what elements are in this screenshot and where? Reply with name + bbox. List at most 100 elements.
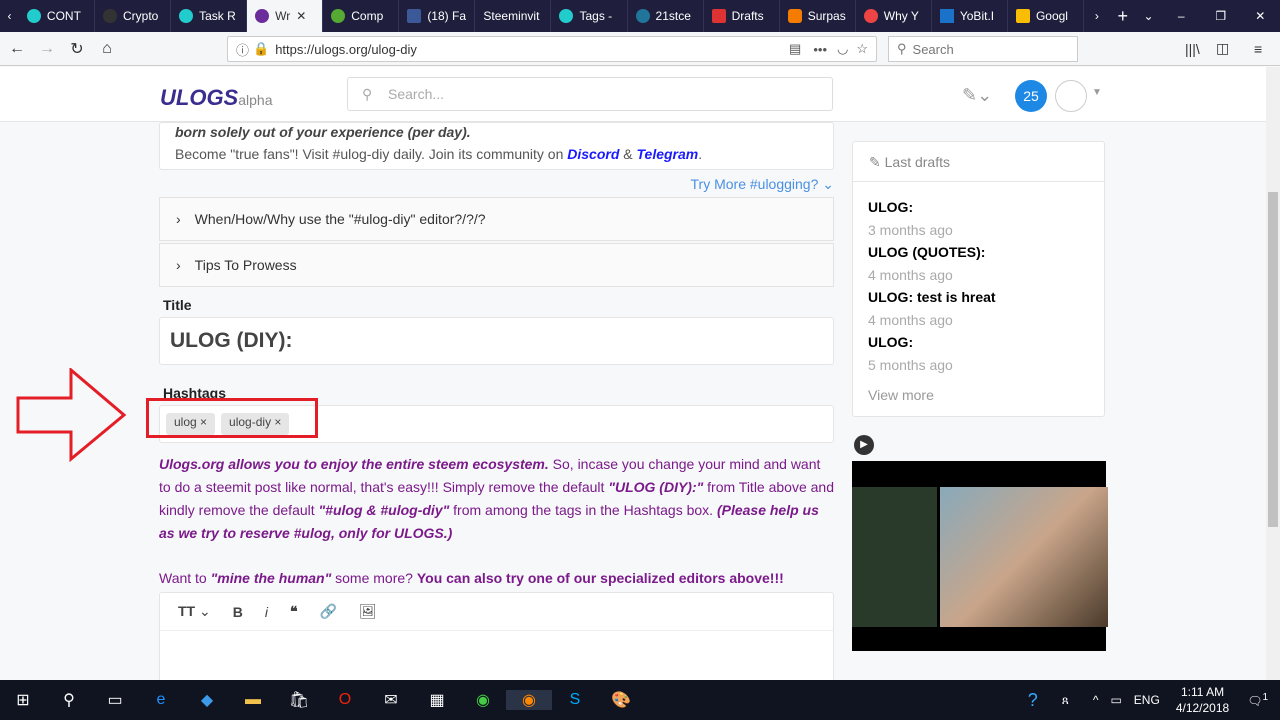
browser-tab[interactable]: YoBit.I [932,0,1008,32]
people-icon[interactable]: ጸ [1062,693,1069,708]
draft-item[interactable]: ULOG: test is hreat 4 months ago [868,286,1089,331]
telegram-link[interactable]: Telegram [637,146,699,162]
browser-tab[interactable]: (18) Fa [399,0,476,32]
view-more-link[interactable]: View more [868,384,1089,407]
start-icon[interactable]: ⊞ [0,690,46,710]
search-icon[interactable]: ⚲ [46,690,92,710]
ulogs-logo[interactable]: ULOGSalpha [160,85,273,111]
draft-title[interactable]: ULOG: [868,199,913,215]
browser-tab[interactable]: Task R [171,0,248,32]
url-text[interactable]: https://ulogs.org/ulog-diy [275,42,417,57]
task-view-icon[interactable]: ▭ [92,690,138,710]
link-icon[interactable]: 🔗 [320,603,337,620]
opera-icon[interactable]: O [322,691,368,709]
store-icon[interactable]: 🛍 [276,690,322,710]
play-icon[interactable]: ▶ [854,435,874,455]
edge-icon[interactable]: e [138,691,184,709]
chrome-icon[interactable]: ◉ [460,690,506,710]
avatar[interactable] [1055,80,1087,112]
dropbox-icon[interactable]: ◆ [184,690,230,710]
video-player[interactable] [852,461,1108,651]
quote-icon[interactable]: ❝ [290,603,298,620]
bold-icon[interactable]: B [233,604,243,620]
tab-label: Comp [351,9,384,23]
collapsible-tips[interactable]: › Tips To Prowess [159,243,834,287]
discord-link[interactable]: Discord [567,146,619,162]
browser-tab[interactable]: Steeminvit [475,0,552,32]
pocket-icon[interactable]: ◡ [837,41,848,57]
browser-tab[interactable]: Googl [1008,0,1085,32]
tab-label: (18) Fa [427,9,466,23]
draft-item[interactable]: ULOG (QUOTES): 4 months ago [868,241,1089,286]
tab-scroll-left[interactable]: ‹ [0,9,19,23]
action-center-icon[interactable]: 🗨1 [1247,692,1268,708]
sidebar-right: ✎ Last drafts ULOG: 3 months ago ULOG (QU… [852,141,1108,651]
search-icon: ⚲ [897,41,907,56]
language-indicator[interactable]: ENG [1134,693,1160,707]
draft-title[interactable]: ULOG: [868,334,913,350]
browser-tab[interactable]: Tags - [551,0,628,32]
library-icon[interactable]: |||\ [1185,41,1200,57]
browser-tab[interactable]: Why Y [856,0,932,32]
intro-line: born solely out of your experience (per … [175,124,471,140]
browser-tab-active[interactable]: Wr ✕ [247,0,324,32]
menu-icon[interactable]: ≡ [1254,41,1262,57]
home-button[interactable]: ⌂ [92,40,122,58]
search-placeholder: Search... [388,86,445,102]
browser-tab[interactable]: Crypto [95,0,172,32]
file-explorer-icon[interactable]: ▬ [230,691,276,709]
draft-item[interactable]: ULOG: 3 months ago [868,196,1089,241]
browser-search-input[interactable]: ⚲ Search [888,36,1078,62]
collapsible-when-how-why[interactable]: › When/How/Why use the "#ulog-diy" editor… [159,197,834,241]
url-bar[interactable]: ⓘ 🔒 https://ulogs.org/ulog-diy ▤ ••• ◡ ☆ [227,36,877,62]
info-icon[interactable]: ⓘ [236,40,249,59]
close-tab-icon[interactable]: ✕ [296,9,306,23]
write-icon[interactable]: ✎⌄ [962,85,992,106]
notification-badge[interactable]: 25 [1015,80,1047,112]
browser-tab[interactable]: CONT [19,0,95,32]
tab-scroll-right[interactable]: › [1084,9,1110,23]
try-more-link[interactable]: Try More #ulogging? ⌄ [159,176,835,193]
paint-icon[interactable]: 🎨 [598,690,644,710]
help-icon[interactable]: ? [1028,690,1038,711]
bookmark-star-icon[interactable]: ☆ [856,41,868,57]
new-tab-button[interactable]: + [1110,6,1136,27]
title-input[interactable]: ULOG (DIY): [159,317,834,365]
clock[interactable]: 1:11 AM 4/12/2018 [1176,684,1229,716]
page-scrollbar[interactable] [1266,67,1280,680]
network-app-icon[interactable]: ▦ [414,690,460,710]
tab-list-button[interactable]: ⌄ [1136,9,1162,23]
back-button[interactable]: ← [2,40,32,58]
amp: & [619,146,637,162]
image-icon[interactable]: 🖼 [359,603,377,620]
browser-tab[interactable]: Comp [323,0,400,32]
forward-button[interactable]: → [32,40,62,58]
text-size-icon[interactable]: TT ⌄ [178,603,211,620]
skype-icon[interactable]: S [552,691,598,709]
browser-tab[interactable]: 21stce [628,0,704,32]
chevron-down-icon[interactable]: ▼ [1092,87,1102,98]
italic-icon[interactable]: i [265,604,268,620]
tab-label: Wr [275,9,291,23]
power-icon[interactable]: ▭ [1110,693,1121,707]
more-actions-icon[interactable]: ••• [813,42,827,57]
mail-icon[interactable]: ✉ [368,690,414,710]
draft-title[interactable]: ULOG: test is hreat [868,289,996,305]
logo-sub: alpha [238,92,273,108]
scrollbar-thumb[interactable] [1268,192,1278,527]
draft-item[interactable]: ULOG: 5 months ago [868,331,1089,376]
sidebar-icon[interactable]: ◫ [1216,40,1229,57]
close-window-button[interactable]: ✕ [1241,9,1280,23]
reader-view-icon[interactable]: ▤ [789,41,801,57]
firefox-icon[interactable]: ◉ [506,690,552,710]
browser-tab[interactable]: Surpas [780,0,856,32]
reload-button[interactable]: ↻ [62,39,92,59]
minimize-button[interactable]: – [1161,9,1201,23]
tab-label: Googl [1035,9,1068,23]
browser-tab[interactable]: Drafts [704,0,780,32]
site-search-input[interactable]: ⚲ Search... [347,77,833,111]
collapsible-label: Tips To Prowess [194,257,297,273]
draft-title[interactable]: ULOG (QUOTES): [868,244,985,260]
restore-button[interactable]: ❐ [1201,9,1241,23]
show-hidden-icons[interactable]: ^ [1093,693,1099,707]
